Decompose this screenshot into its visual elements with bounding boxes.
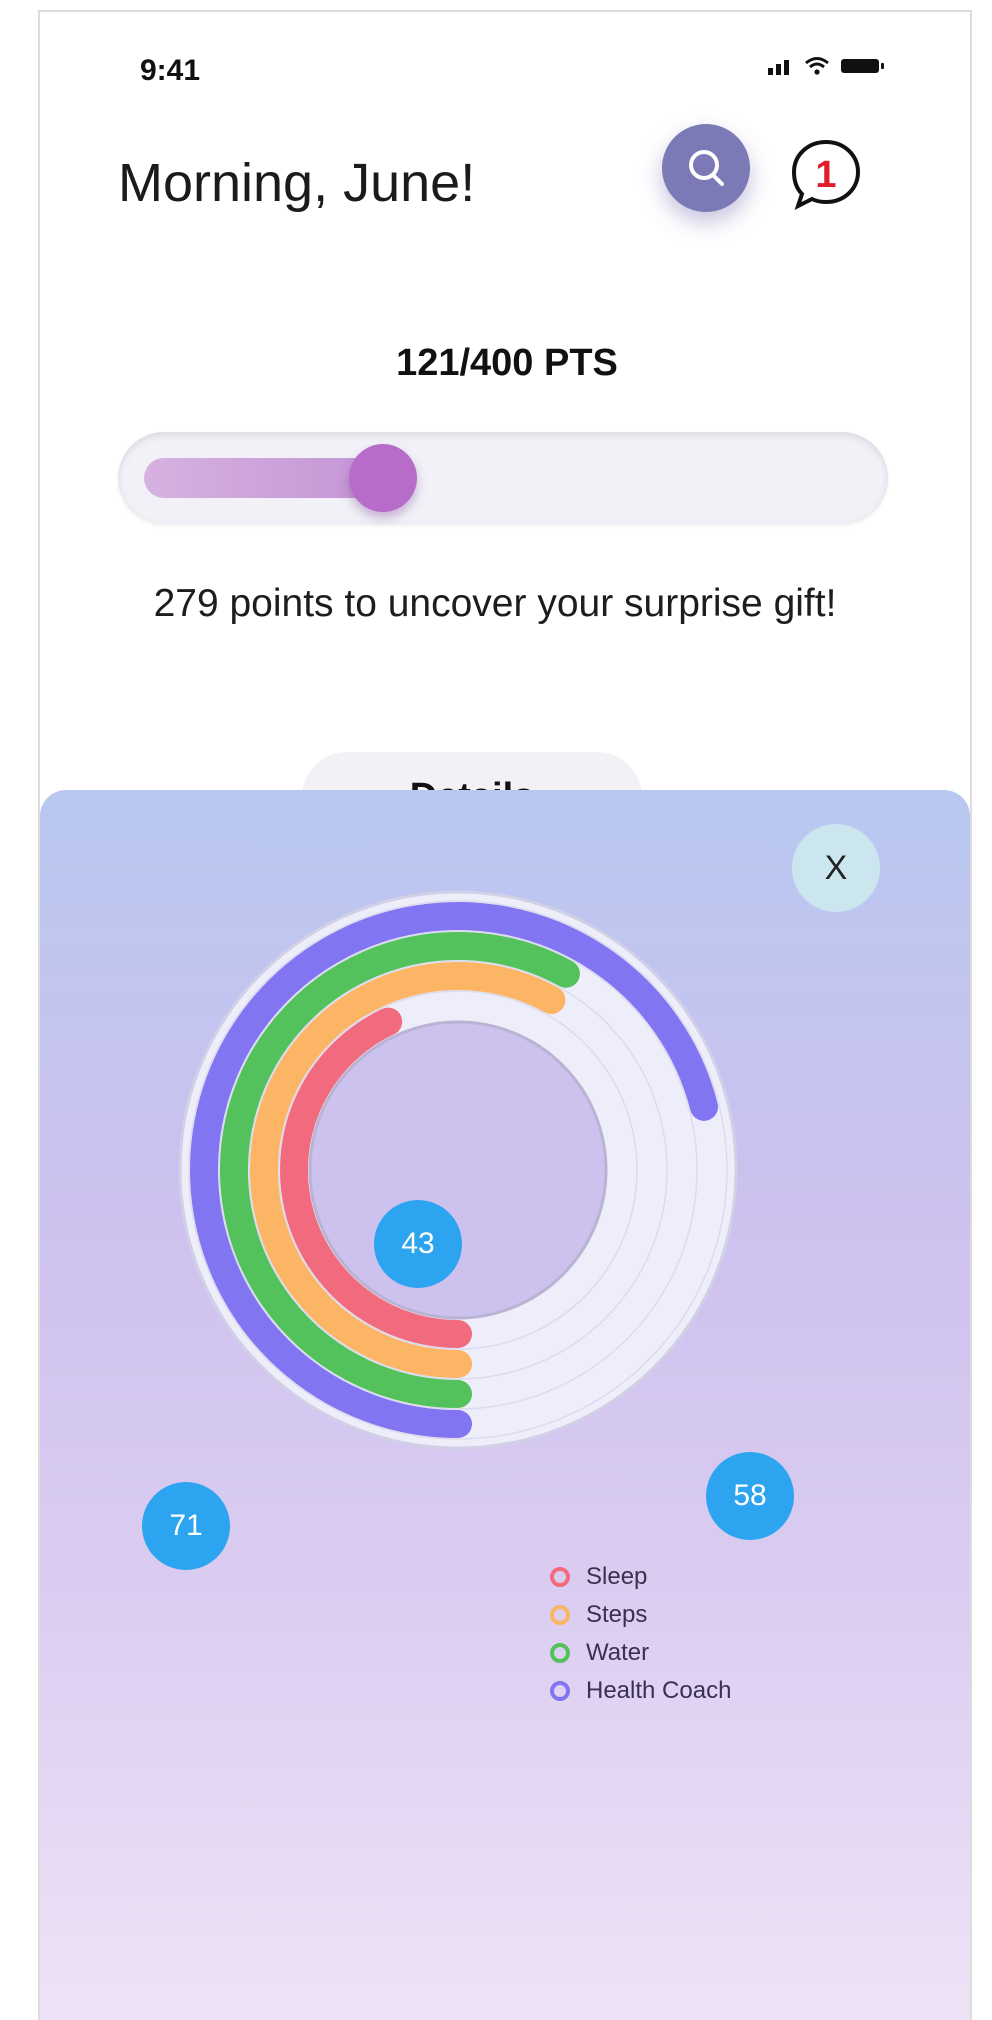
ring-chart-center bbox=[308, 1020, 608, 1320]
status-time: 9:41 bbox=[140, 54, 201, 87]
legend-item: Water bbox=[550, 1634, 731, 1672]
stats-sheet: X 43 58 71 Sleep Steps Water Health Coach bbox=[40, 790, 970, 2020]
chat-bubble-icon: 1 bbox=[791, 139, 861, 210]
legend-item: Steps bbox=[550, 1596, 731, 1634]
points-label: 121/400 PTS bbox=[396, 342, 618, 384]
legend-label: Sleep bbox=[586, 1563, 648, 1590]
wifi-icon bbox=[805, 57, 829, 75]
legend-marker bbox=[550, 1605, 570, 1625]
greeting-title: Morning, June! bbox=[118, 153, 476, 213]
gift-message: 279 points to uncover your surprise gift… bbox=[153, 582, 837, 625]
legend-marker bbox=[550, 1567, 570, 1587]
legend-label: Steps bbox=[586, 1601, 648, 1628]
battery-icon bbox=[841, 59, 884, 73]
status-icons bbox=[766, 56, 886, 76]
search-icon bbox=[689, 150, 724, 186]
legend-label: Water bbox=[586, 1639, 650, 1666]
notification-count: 1 bbox=[815, 154, 836, 196]
value-bubble-steps: 58 bbox=[706, 1452, 794, 1540]
value-bubble-health-coach: 71 bbox=[142, 1482, 230, 1570]
legend-label: Health Coach bbox=[586, 1677, 732, 1704]
signal-icon bbox=[768, 60, 789, 75]
legend-item: Health Coach bbox=[550, 1672, 731, 1710]
notification-button[interactable]: 1 bbox=[788, 136, 864, 212]
search-button[interactable] bbox=[662, 124, 750, 212]
value-bubble-sleep: 43 bbox=[374, 1200, 462, 1288]
phone-screen: 9:41 Morning, June! 1 121/400 PTS 279 po… bbox=[38, 10, 972, 2020]
legend-marker bbox=[550, 1643, 570, 1663]
chart-legend: Sleep Steps Water Health Coach bbox=[550, 1558, 731, 1710]
legend-item: Sleep bbox=[550, 1558, 731, 1596]
activity-ring-chart bbox=[178, 890, 738, 1450]
points-progress-bar bbox=[118, 432, 888, 524]
progress-knob[interactable] bbox=[349, 444, 417, 512]
legend-marker bbox=[550, 1681, 570, 1701]
